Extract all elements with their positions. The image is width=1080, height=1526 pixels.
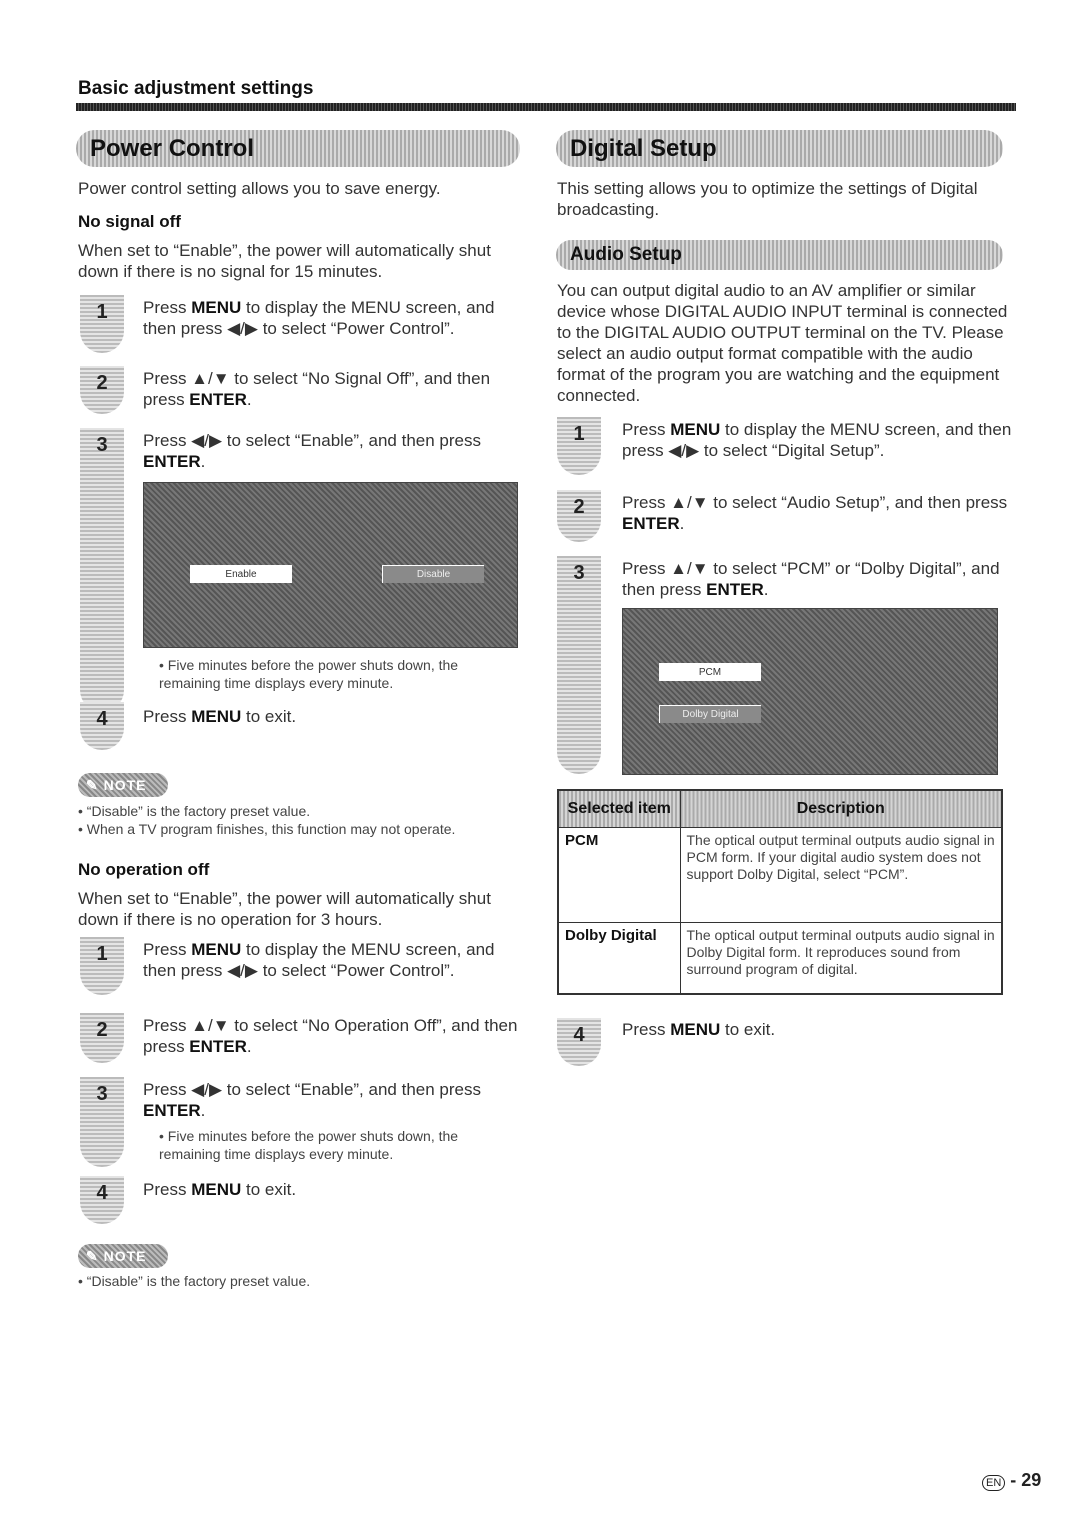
pencil-icon: ✎	[86, 776, 99, 793]
pencil-icon: ✎	[86, 1247, 99, 1264]
step-3-text: Press ▲/▼ to select “PCM” or “Dolby Digi…	[622, 559, 1000, 599]
step-4-text: Press MENU to exit.	[143, 1180, 297, 1199]
step-badge-3: 3	[80, 428, 124, 712]
audio-format-table: Selected item Description PCM The optica…	[557, 789, 1003, 995]
tv-screen-enable-disable: Enable Disable	[143, 482, 518, 648]
tv-screen-audio-format: PCM Dolby Digital	[622, 608, 998, 775]
step-2-text: Press ▲/▼ to select “No Signal Off”, and…	[143, 369, 491, 409]
step-badge-2: 2	[80, 1013, 124, 1063]
page-number: EN - 29	[982, 1470, 1041, 1491]
step-badge-2: 2	[80, 366, 124, 414]
note-item: • “Disable” is the factory preset value.	[78, 803, 311, 819]
step-1-text: Press MENU to display the MENU screen, a…	[143, 940, 495, 980]
language-badge: EN	[982, 1475, 1006, 1491]
digital-setup-intro: This setting allows you to optimize the …	[557, 179, 978, 219]
step-badge-1: 1	[80, 937, 124, 995]
step-badge-4: 4	[557, 1018, 601, 1066]
header-rule	[76, 103, 1016, 111]
step-badge-4: 4	[80, 702, 124, 750]
note-item: • When a TV program finishes, this funct…	[78, 821, 456, 837]
step-badge-2: 2	[557, 490, 601, 542]
step-badge-1: 1	[80, 295, 124, 353]
note-list: • “Disable” is the factory preset value.	[78, 1272, 538, 1290]
disable-option[interactable]: Disable	[382, 565, 484, 583]
power-control-heading: Power Control	[76, 130, 520, 167]
page-section-title: Basic adjustment settings	[78, 78, 314, 99]
note-item: • “Disable” is the factory preset value.	[78, 1273, 311, 1289]
step-4-text: Press MENU to exit.	[143, 707, 297, 726]
digital-setup-heading: Digital Setup	[556, 130, 1003, 167]
step-badge-1: 1	[557, 417, 601, 475]
note-list: • “Disable” is the factory preset value.…	[78, 802, 538, 838]
col-description: Description	[679, 789, 1003, 828]
table-row: PCM The optical output terminal outputs …	[557, 826, 1003, 923]
col-selected-item: Selected item	[557, 789, 681, 828]
step-2-text: Press ▲/▼ to select “No Operation Off”, …	[143, 1016, 518, 1056]
step-1-text: Press MENU to display the MENU screen, a…	[143, 298, 495, 338]
note-badge: ✎ NOTE	[78, 1244, 168, 1268]
note-badge: ✎ NOTE	[78, 773, 168, 797]
step-badge-3: 3	[557, 556, 601, 774]
no-operation-heading: No operation off	[78, 860, 210, 879]
pcm-option[interactable]: PCM	[659, 663, 761, 681]
no-signal-desc: When set to “Enable”, the power will aut…	[78, 241, 491, 281]
step-badge-3: 3	[80, 1077, 124, 1167]
dolby-digital-option[interactable]: Dolby Digital	[659, 705, 761, 723]
step-1-text: Press MENU to display the MENU screen, a…	[622, 420, 1012, 460]
step-badge-4: 4	[80, 1176, 124, 1224]
enable-option[interactable]: Enable	[190, 565, 292, 583]
step-3-text: Press ◀/▶ to select “Enable”, and then p…	[143, 1080, 481, 1120]
no-signal-heading: No signal off	[78, 212, 181, 231]
audio-setup-desc: You can output digital audio to an AV am…	[557, 281, 1008, 405]
table-row: Dolby Digital The optical output termina…	[557, 921, 1003, 995]
power-control-intro: Power control setting allows you to save…	[78, 179, 441, 198]
no-operation-desc: When set to “Enable”, the power will aut…	[78, 889, 491, 929]
table-header-row: Selected item Description	[557, 789, 1003, 828]
step-3-text: Press ◀/▶ to select “Enable”, and then p…	[143, 431, 481, 471]
bullet-note: • Five minutes before the power shuts do…	[159, 1128, 459, 1162]
bullet-note: • Five minutes before the power shuts do…	[159, 657, 459, 691]
step-2-text: Press ▲/▼ to select “Audio Setup”, and t…	[622, 493, 1008, 533]
audio-setup-heading: Audio Setup	[556, 240, 1003, 270]
step-4-text: Press MENU to exit.	[622, 1020, 776, 1039]
